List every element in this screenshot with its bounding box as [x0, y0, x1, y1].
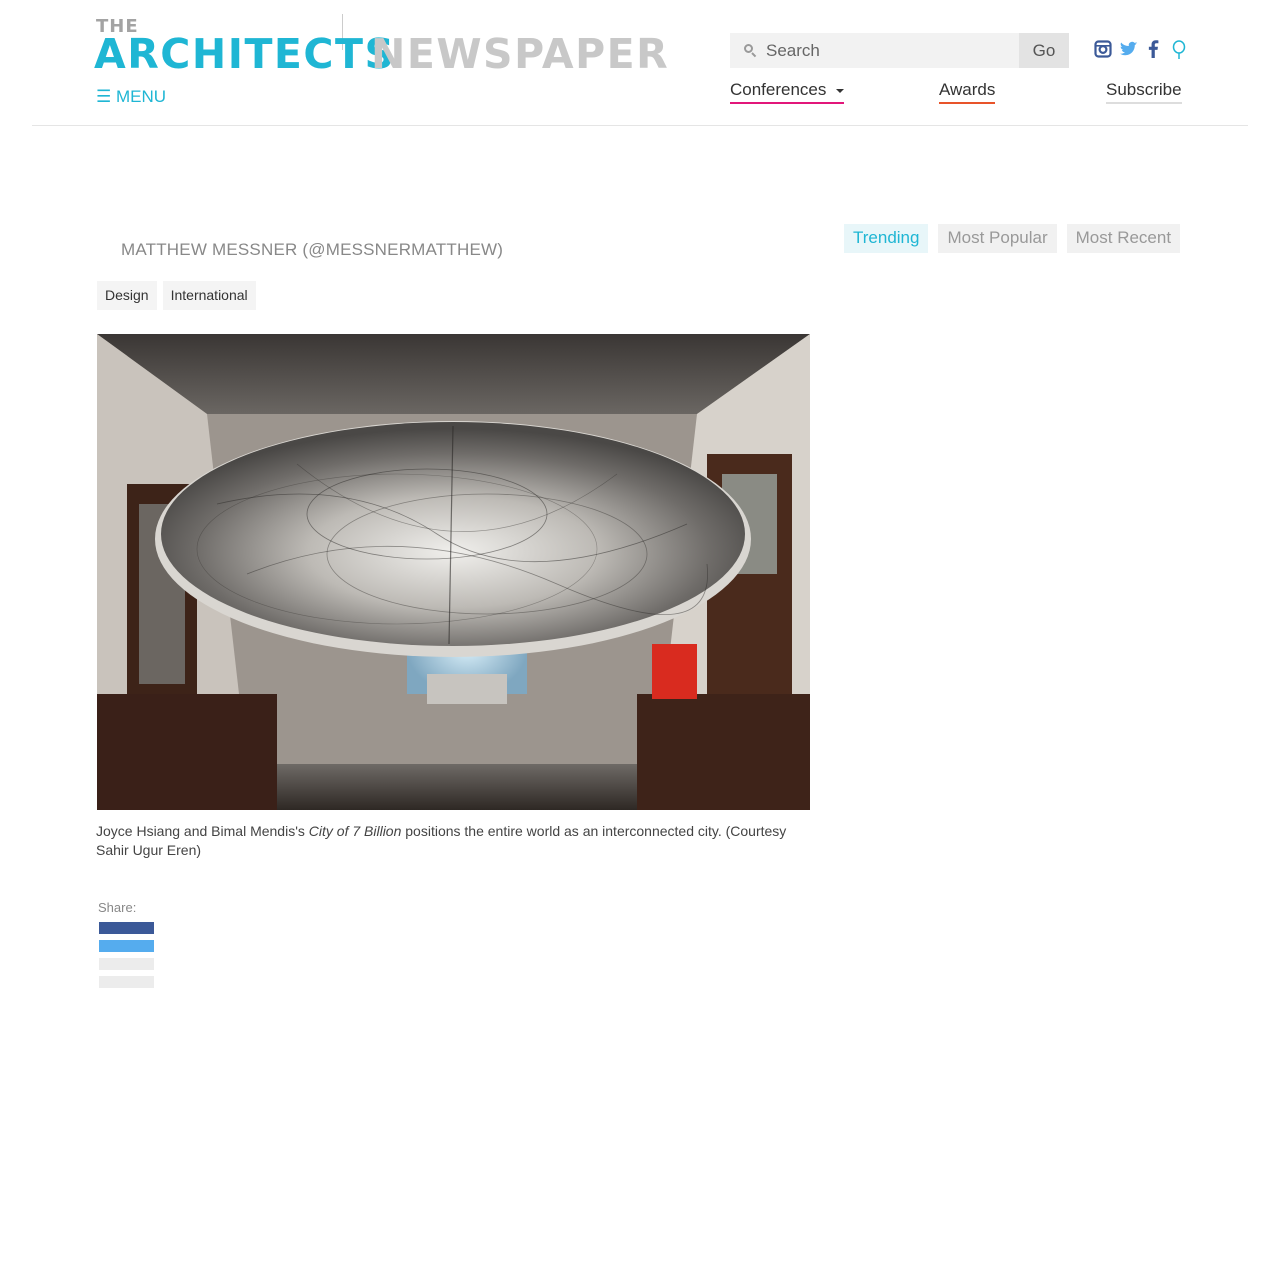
share-button-4[interactable] — [99, 976, 154, 988]
social-links — [1094, 40, 1190, 60]
instagram-icon[interactable] — [1094, 40, 1112, 60]
search-bar: Go — [730, 33, 1069, 68]
search-icon — [744, 43, 758, 58]
tag-international[interactable]: International — [162, 281, 256, 310]
hero-image — [97, 334, 810, 810]
article-author[interactable]: MATTHEW MESSNER (@MESSNERMATTHEW) — [121, 240, 503, 260]
tab-trending[interactable]: Trending — [844, 224, 929, 253]
caption-text: Joyce Hsiang and Bimal Mendis's — [96, 823, 309, 839]
search-go-button[interactable]: Go — [1019, 33, 1069, 68]
site-logo[interactable]: THE ARCHITECTS NEWSPAPER — [94, 14, 668, 78]
tab-most-recent[interactable]: Most Recent — [1066, 224, 1181, 253]
share-facebook-button[interactable] — [99, 922, 154, 934]
share-label: Share: — [98, 900, 137, 915]
caption-work-title: City of 7 Billion — [308, 823, 402, 839]
share-twitter-button[interactable] — [99, 940, 154, 952]
nav-conferences[interactable]: Conferences — [730, 80, 845, 104]
logo-architects: ARCHITECTS — [94, 30, 396, 78]
twitter-icon[interactable] — [1120, 40, 1138, 60]
facebook-icon[interactable] — [1146, 40, 1164, 60]
nav-awards[interactable]: Awards — [939, 80, 996, 104]
site-header: THE ARCHITECTS NEWSPAPER ☰ MENU Go Confe… — [32, 0, 1248, 126]
nav-subscribe[interactable]: Subscribe — [1106, 80, 1182, 104]
logo-newspaper: NEWSPAPER — [371, 30, 670, 78]
article-tags: Design International — [97, 281, 256, 310]
search-input[interactable] — [766, 40, 1006, 61]
image-caption: Joyce Hsiang and Bimal Mendis's City of … — [96, 822, 810, 860]
tab-most-popular[interactable]: Most Popular — [938, 224, 1057, 253]
search-box[interactable] — [730, 33, 1019, 68]
tag-design[interactable]: Design — [97, 281, 157, 310]
pin-icon[interactable] — [1172, 40, 1190, 60]
share-button-3[interactable] — [99, 958, 154, 970]
chevron-down-icon — [836, 88, 845, 93]
sidebar-tabs: Trending Most Popular Most Recent — [844, 224, 1181, 253]
menu-button[interactable]: ☰ MENU — [96, 87, 166, 107]
nav-conferences-label: Conferences — [730, 80, 827, 99]
